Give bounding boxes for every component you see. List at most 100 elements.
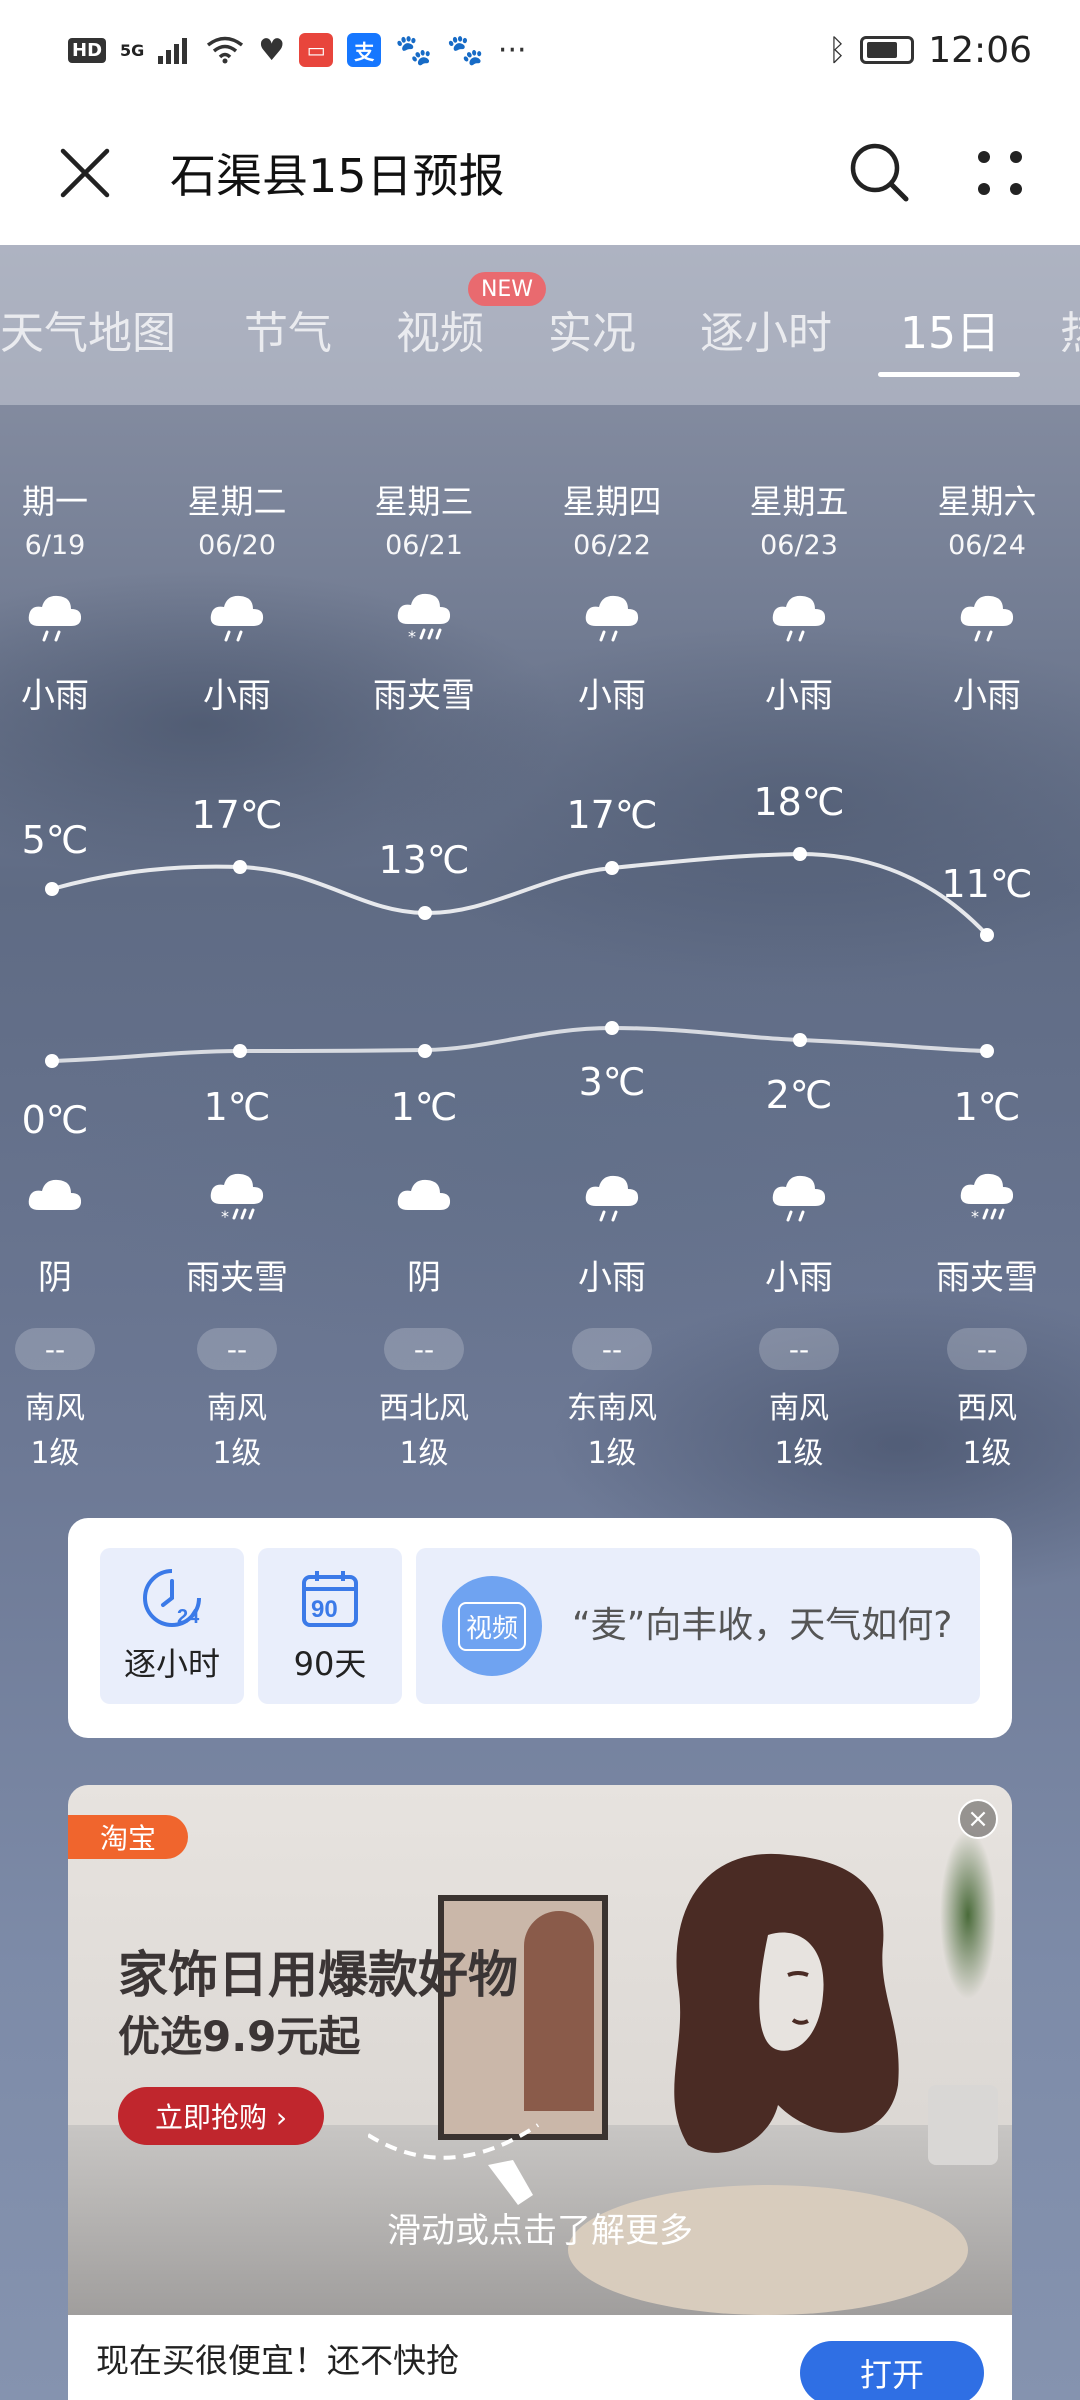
low-point — [418, 1044, 432, 1058]
ad-headline: 家饰日用爆款好物 — [118, 1946, 518, 2004]
weekday: 星期四 — [562, 482, 662, 521]
signal-icon — [158, 38, 188, 64]
low-point — [793, 1033, 807, 1047]
battery-icon — [860, 36, 915, 64]
app-icon: ▭ — [299, 33, 334, 67]
video-news-link[interactable]: 视频 “麦”向丰收，天气如何? — [416, 1548, 980, 1704]
sleet-icon: * — [902, 1170, 1072, 1230]
tab-solar-terms[interactable]: 节气 — [244, 297, 332, 361]
high-point — [418, 906, 432, 920]
hd-indicator: HD — [68, 37, 107, 63]
sleet-icon: * — [152, 1170, 322, 1230]
svg-text:*: * — [408, 627, 416, 646]
light-rain-icon — [152, 590, 322, 650]
date: 6/19 — [24, 530, 86, 561]
wind-level: 1级 — [30, 1436, 80, 1471]
day-weather: 小雨 — [953, 676, 1021, 716]
weekday: 星期二 — [187, 482, 287, 521]
wind-level: 1级 — [587, 1436, 637, 1471]
high-point — [45, 882, 59, 896]
low-point — [233, 1044, 247, 1058]
date: 06/21 — [385, 530, 463, 561]
quick-links-card: 24 逐小时 90 90天 视频 “麦”向丰收，天气如何? — [68, 1518, 1012, 1738]
night-weather: 小雨 — [578, 1258, 646, 1298]
swipe-arc-icon — [368, 2123, 540, 2205]
clock-24-icon: 24 — [143, 1569, 201, 1628]
wind-level: 1级 — [399, 1436, 449, 1471]
hourly-button[interactable]: 24 逐小时 — [100, 1548, 244, 1704]
ad-frame-image — [438, 1895, 608, 2140]
light-rain-icon — [714, 590, 884, 650]
taobao-tag: 淘宝 — [68, 1815, 188, 1859]
weekday: 期一 — [22, 482, 88, 521]
aqi-badge: -- — [572, 1328, 652, 1370]
wind-level: 1级 — [212, 1436, 262, 1471]
aqi-badge: -- — [197, 1328, 277, 1370]
day-weather: 小雨 — [765, 676, 833, 716]
bluetooth-icon: ᛒ — [828, 32, 847, 68]
paw-icon: 🐾 — [395, 32, 433, 68]
high-point — [233, 860, 247, 874]
ad-banner[interactable]: 淘宝 × 家饰日用爆款好物 优选9.9元起 立即抢购 › 滑动或点击了解更多 现… — [68, 1785, 1012, 2400]
ad-buy-button[interactable]: 立即抢购 › — [118, 2087, 324, 2145]
app-bar: 石渠县15日预报 — [0, 100, 1080, 245]
low-point — [980, 1044, 994, 1058]
weekday: 星期六 — [937, 482, 1037, 521]
tab-video[interactable]: 视频 — [396, 297, 484, 361]
new-badge: NEW — [468, 272, 546, 306]
high-temp-curve — [51, 851, 989, 937]
wind-direction: 南风 — [769, 1391, 829, 1426]
close-icon — [60, 148, 110, 197]
date: 06/20 — [198, 530, 276, 561]
temperature-curves — [45, 847, 994, 1068]
wind-direction: 西北风 — [379, 1391, 469, 1426]
more-dots-icon — [978, 150, 1022, 195]
aqi-badge: -- — [947, 1328, 1027, 1370]
cloudy-icon — [0, 1170, 140, 1230]
wind-direction: 西风 — [957, 1391, 1017, 1426]
tab-live[interactable]: 实况 — [548, 297, 636, 361]
close-button[interactable] — [40, 128, 130, 218]
status-right: ᛒ 12:06 — [828, 30, 1032, 71]
tab-more[interactable]: 热 — [1060, 297, 1080, 361]
status-left: HD 5G ♥ ▭ 支 🐾 🐾 ··· — [68, 33, 527, 68]
paw-icon-2: 🐾 — [446, 32, 484, 68]
day-weather: 小雨 — [578, 676, 646, 716]
ad-woman-illustration — [674, 1853, 899, 2153]
status-time: 12:06 — [928, 29, 1032, 71]
wind-direction: 南风 — [207, 1391, 267, 1426]
heart-icon: ♥ — [258, 32, 286, 68]
sleet-icon: * — [339, 590, 509, 650]
active-tab-indicator — [878, 372, 1020, 377]
date: 06/24 — [948, 530, 1026, 561]
calendar-icon: 90 — [302, 1571, 358, 1627]
ad-bottom-bar: 现在买很便宜！还不快抢 打开 — [68, 2315, 1012, 2400]
aqi-badge: -- — [384, 1328, 464, 1370]
weekday: 星期三 — [374, 482, 474, 521]
svg-text:*: * — [221, 1207, 229, 1226]
more-button[interactable] — [960, 133, 1040, 213]
page-title: 石渠县15日预报 — [170, 148, 505, 203]
weekday: 星期五 — [749, 482, 849, 521]
light-rain-icon — [714, 1170, 884, 1230]
low-temp-curve — [51, 1025, 988, 1063]
more-notifications-icon: ··· — [497, 32, 527, 68]
video-title: “麦”向丰收，天气如何? — [572, 1605, 953, 1646]
search-button[interactable] — [840, 133, 920, 213]
ad-close-button[interactable]: × — [958, 1799, 998, 1839]
aqi-badge: -- — [759, 1328, 839, 1370]
night-weather: 雨夹雪 — [186, 1258, 288, 1298]
ad-pot-image — [928, 2085, 998, 2165]
90-day-button[interactable]: 90 90天 — [258, 1548, 402, 1704]
search-icon — [850, 143, 909, 201]
svg-text:*: * — [971, 1207, 979, 1226]
high-point — [605, 861, 619, 875]
low-point — [45, 1054, 59, 1068]
tab-hourly[interactable]: 逐小时 — [700, 297, 832, 361]
high-point — [980, 928, 994, 942]
wind-level: 1级 — [962, 1436, 1012, 1471]
tab-weather-map[interactable]: 天气地图 — [0, 297, 176, 361]
ad-open-button[interactable]: 打开 — [800, 2340, 984, 2400]
aqi-badge: -- — [15, 1328, 95, 1370]
tab-15day[interactable]: 15日 — [900, 297, 1000, 361]
